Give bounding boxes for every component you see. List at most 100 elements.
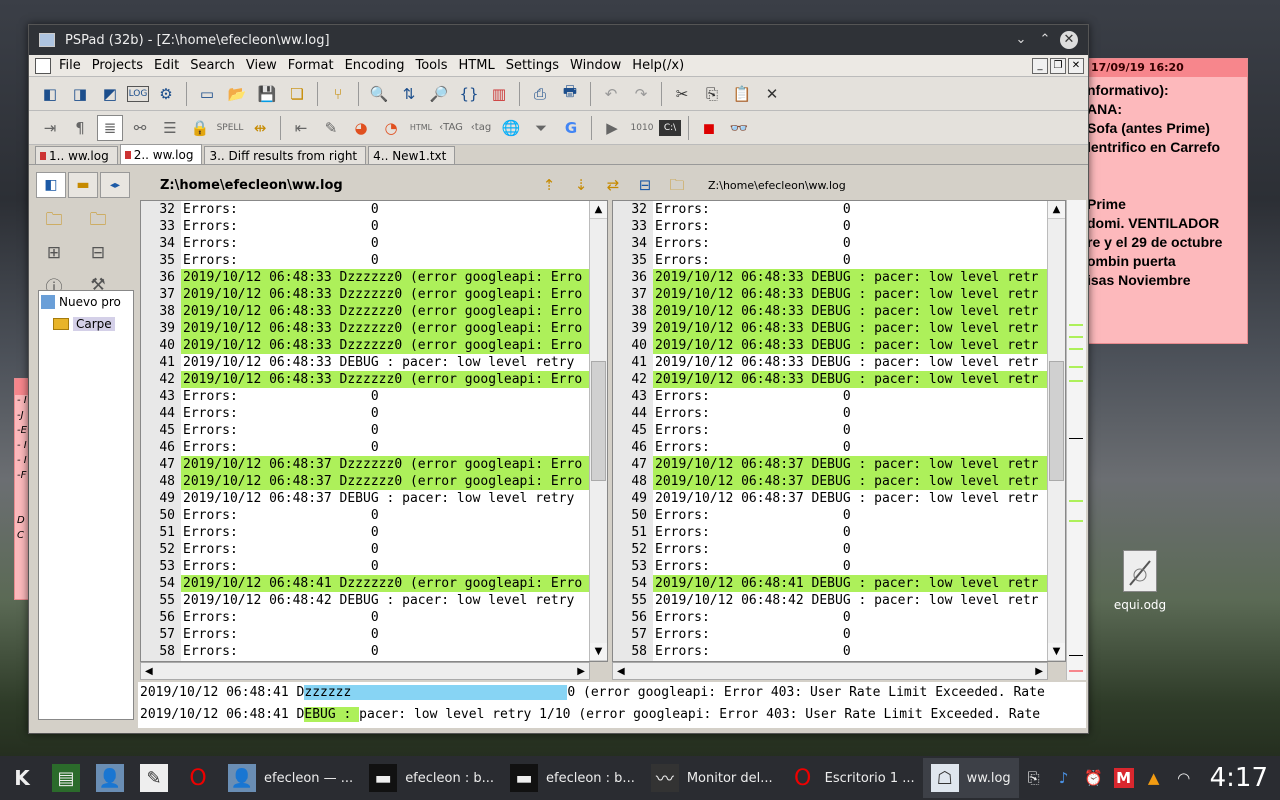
selection-mode-icon[interactable]: ⇹ — [247, 115, 273, 141]
editor-line[interactable]: 34 Errors: 0 — [141, 235, 589, 252]
scroll-down-icon[interactable]: ▼ — [590, 643, 607, 661]
editor-line[interactable]: 43 Errors: 0 — [141, 388, 589, 405]
copy-icon[interactable]: ⎘ — [699, 81, 725, 107]
save-project-icon[interactable]: ◩ — [97, 81, 123, 107]
close-button[interactable]: ✕ — [1060, 31, 1078, 49]
save-file-icon[interactable]: 💾 — [254, 81, 280, 107]
editor-line[interactable]: 55 2019/10/12 06:48:42 DEBUG : pacer: low… — [141, 592, 589, 609]
clock[interactable]: 4:17 — [1210, 763, 1268, 793]
new-file-icon[interactable]: ▭ — [194, 81, 220, 107]
replace-icon[interactable]: ⇅ — [396, 81, 422, 107]
editor-line[interactable]: 32 Errors: 0 — [613, 201, 1047, 218]
mega-icon[interactable]: M — [1113, 768, 1134, 788]
print-icon[interactable]: 🖶 — [557, 81, 583, 107]
right-editor-pane[interactable]: 32 Errors: 0 33 Errors: 0 34 Errors: 0 35 Error… — [612, 200, 1066, 662]
editor-line[interactable]: 48 2019/10/12 06:48:37 Dzzzzzz0 (error go… — [141, 473, 589, 490]
tree-item-project[interactable]: Nuevo pro — [39, 291, 133, 313]
editor-line[interactable]: 46 Errors: 0 — [613, 439, 1047, 456]
files-launcher[interactable]: 👤 — [88, 758, 132, 798]
tab-4[interactable]: 4.. New1.txt — [368, 146, 456, 164]
left-editor-pane[interactable]: 32 Errors: 0 33 Errors: 0 34 Errors: 0 35 Error… — [140, 200, 608, 662]
right-scroll-thumb[interactable] — [1049, 361, 1064, 481]
scroll-up-icon[interactable]: ▲ — [1048, 201, 1065, 219]
menu-help[interactable]: Help(/x) — [632, 58, 692, 73]
brackets-icon[interactable]: {} — [456, 81, 482, 107]
editor-line[interactable]: 53 Errors: 0 — [141, 558, 589, 575]
editor-line[interactable]: 48 2019/10/12 06:48:37 DEBUG : pacer: low… — [613, 473, 1047, 490]
editor-line[interactable]: 45 Errors: 0 — [141, 422, 589, 439]
log-icon[interactable]: LOG — [127, 85, 149, 102]
open-file-icon[interactable]: 📂 — [224, 81, 250, 107]
editor-line[interactable]: 35 Errors: 0 — [613, 252, 1047, 269]
editor-line[interactable]: 44 Errors: 0 — [141, 405, 589, 422]
scroll-up-icon[interactable]: ▲ — [590, 201, 607, 219]
editor-line[interactable]: 54 2019/10/12 06:48:41 DEBUG : pacer: low… — [613, 575, 1047, 592]
color-chart-icon[interactable]: ◕ — [348, 115, 374, 141]
editor-line[interactable]: 46 Errors: 0 — [141, 439, 589, 456]
remove-file-icon[interactable]: ⊟ — [84, 240, 112, 266]
scroll-left-icon[interactable]: ◀ — [613, 666, 629, 677]
menu-file[interactable]: File — [59, 58, 89, 73]
menu-projects[interactable]: Projects — [92, 58, 151, 73]
undo-icon[interactable]: ↶ — [598, 81, 624, 107]
tag-lower-icon[interactable]: ‹tag — [468, 115, 494, 141]
editor-line[interactable]: 38 2019/10/12 06:48:33 Dzzzzzz0 (error go… — [141, 303, 589, 320]
editor-line[interactable]: 42 2019/10/12 06:48:33 DEBUG : pacer: low… — [613, 371, 1047, 388]
menu-settings[interactable]: Settings — [506, 58, 567, 73]
mdi-close-button[interactable]: ✕ — [1068, 57, 1084, 74]
tree-icon[interactable]: ⑂ — [325, 81, 351, 107]
tab-1[interactable]: 1.. ww.log — [35, 146, 118, 164]
bookmark-icon[interactable]: ▥ — [486, 81, 512, 107]
editor-line[interactable]: 56 Errors: 0 — [141, 609, 589, 626]
add-file-icon[interactable]: ⊞ — [40, 240, 68, 266]
sidebar-tab-nav[interactable]: ◂▸ — [100, 172, 130, 198]
network-icon[interactable]: ◠ — [1174, 768, 1194, 788]
music-icon[interactable]: ♪ — [1054, 768, 1074, 788]
new-project-icon[interactable]: ◧ — [37, 81, 63, 107]
editor-line[interactable]: 50 Errors: 0 — [141, 507, 589, 524]
mdi-minimize-button[interactable]: _ — [1032, 57, 1048, 74]
color-chart-10-icon[interactable]: ◔ — [378, 115, 404, 141]
left-vertical-scrollbar[interactable]: ▲ ▼ — [589, 201, 607, 661]
open-compare-icon[interactable]: 🗀 — [664, 173, 690, 197]
menu-window[interactable]: Window — [570, 58, 629, 73]
delete-icon[interactable]: ✕ — [759, 81, 785, 107]
project-tree[interactable]: Nuevo pro Carpe — [38, 290, 134, 720]
alarm-clock-icon[interactable]: ⏰ — [1084, 768, 1104, 788]
diff-down-icon[interactable]: ⇣ — [568, 173, 594, 197]
editor-line[interactable]: 53 Errors: 0 — [613, 558, 1047, 575]
word-wrap-icon[interactable]: ≣ — [97, 114, 123, 141]
editor-line[interactable]: 47 2019/10/12 06:48:37 Dzzzzzz0 (error go… — [141, 456, 589, 473]
editor-line[interactable]: 51 Errors: 0 — [141, 524, 589, 541]
sidebar-tab-files[interactable]: ▬ — [68, 172, 98, 198]
record-macro-icon[interactable]: ◼ — [696, 115, 722, 141]
editor-line[interactable]: 37 2019/10/12 06:48:33 Dzzzzzz0 (error go… — [141, 286, 589, 303]
left-horizontal-scrollbar[interactable]: ◀ ▶ — [140, 662, 590, 680]
filter-icon[interactable]: ⏷ — [528, 115, 554, 141]
editor-line[interactable]: 55 2019/10/12 06:48:42 DEBUG : pacer: low… — [613, 592, 1047, 609]
editor-line[interactable]: 50 Errors: 0 — [613, 507, 1047, 524]
html-txt-icon[interactable]: HTML — [408, 115, 434, 141]
spell-icon[interactable]: SPELL — [217, 115, 244, 141]
editor-line[interactable]: 51 Errors: 0 — [613, 524, 1047, 541]
project-settings-icon[interactable]: ⚙ — [153, 81, 179, 107]
editor-line[interactable]: 56 Errors: 0 — [613, 609, 1047, 626]
task-terminal-1[interactable]: ▬ efecleon : b... — [361, 758, 502, 798]
task-pspad[interactable]: ☖ ww.log — [922, 758, 1019, 798]
left-scroll-thumb[interactable] — [591, 361, 606, 481]
editor-line[interactable]: 35 Errors: 0 — [141, 252, 589, 269]
google-icon[interactable]: G — [558, 115, 584, 141]
menu-format[interactable]: Format — [288, 58, 342, 73]
tag-icon[interactable]: ‹TAG — [438, 115, 464, 141]
save-all-icon[interactable]: ❏ — [284, 81, 310, 107]
scroll-right-icon[interactable]: ▶ — [1031, 666, 1047, 677]
menu-html[interactable]: HTML — [459, 58, 503, 73]
editor-line[interactable]: 39 2019/10/12 06:48:33 DEBUG : pacer: low… — [613, 320, 1047, 337]
find-icon[interactable]: 🔍 — [366, 81, 392, 107]
print-preview-icon[interactable]: ⎙ — [527, 81, 553, 107]
editor-line[interactable]: 41 2019/10/12 06:48:33 DEBUG : pacer: low… — [141, 354, 589, 371]
editor-line[interactable]: 49 2019/10/12 06:48:37 DEBUG : pacer: low… — [613, 490, 1047, 507]
editor-line[interactable]: 33 Errors: 0 — [141, 218, 589, 235]
menu-encoding[interactable]: Encoding — [345, 58, 413, 73]
editor-line[interactable]: 45 Errors: 0 — [613, 422, 1047, 439]
